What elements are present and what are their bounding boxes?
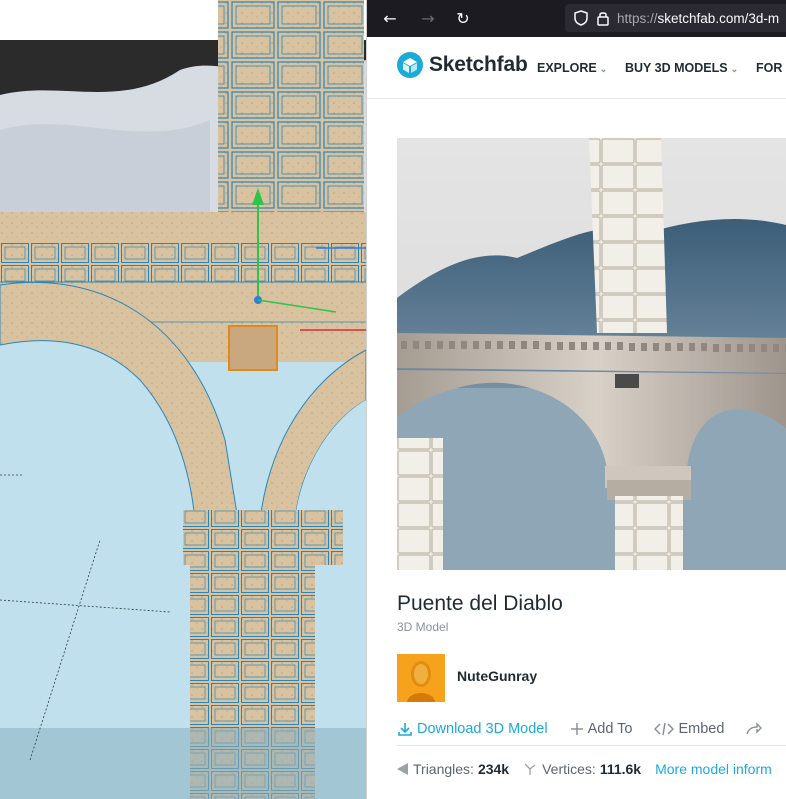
brand-name: Sketchfab xyxy=(429,53,528,76)
chevron-down-icon: ⌄ xyxy=(730,64,739,74)
url-text: https://sketchfab.com/3d-m xyxy=(617,10,780,26)
triangles-stat: Triangles: 234k xyxy=(397,761,509,777)
browser-toolbar: ← → ↻ https://sketchfab.com/3d-m xyxy=(367,0,786,37)
author-name[interactable]: NuteGunray xyxy=(457,668,537,684)
avatar-image xyxy=(397,654,445,702)
model-stats: Triangles: 234k Vertices: 111.6k More mode… xyxy=(397,758,786,780)
model-title: Puente del Diablo xyxy=(397,592,563,615)
lock-icon[interactable] xyxy=(595,10,611,26)
vertices-stat: Vertices: 111.6k xyxy=(523,761,641,777)
sketchfab-logo-icon xyxy=(397,52,423,78)
model-render xyxy=(397,138,786,570)
nav-explore[interactable]: EXPLORE ⌄ xyxy=(537,61,607,75)
browser-window: ← → ↻ https://sketchfab.com/3d-m Sketchf… xyxy=(366,0,786,799)
add-to-button[interactable]: Add To xyxy=(570,721,632,737)
chevron-down-icon: ⌄ xyxy=(599,64,608,74)
model-type-label: 3D Model xyxy=(397,620,449,634)
shield-icon[interactable] xyxy=(573,10,589,26)
code-icon xyxy=(654,722,675,736)
site-header: Sketchfab EXPLORE⌄ BUY 3D MODELS⌄ FOR B xyxy=(367,37,786,99)
share-icon xyxy=(746,722,763,736)
nav-for-business[interactable]: FOR B xyxy=(756,61,786,75)
viewport-scene xyxy=(0,0,366,799)
reload-icon[interactable]: ↻ xyxy=(450,6,476,30)
share-button[interactable] xyxy=(746,722,766,736)
triangle-icon xyxy=(397,763,408,775)
embed-button[interactable]: Embed xyxy=(654,721,724,737)
sketchfab-logo[interactable]: Sketchfab xyxy=(397,52,528,78)
vertices-icon xyxy=(523,762,537,776)
forward-arrow-icon[interactable]: → xyxy=(415,6,441,30)
download-button[interactable]: Download 3D Model xyxy=(397,721,548,737)
address-bar[interactable]: https://sketchfab.com/3d-m xyxy=(565,4,786,32)
editor-viewport[interactable] xyxy=(0,0,366,799)
author-avatar[interactable] xyxy=(397,654,445,702)
model-actions: Download 3D Model Add To Embed xyxy=(397,718,786,740)
download-icon xyxy=(397,721,413,737)
screen: ← → ↻ https://sketchfab.com/3d-m Sketchf… xyxy=(0,0,786,799)
plus-icon xyxy=(570,722,584,736)
model-viewer[interactable] xyxy=(397,138,786,570)
back-arrow-icon[interactable]: ← xyxy=(377,6,403,30)
more-model-info-link[interactable]: More model inform xyxy=(655,761,772,777)
nav-buy-3d-models[interactable]: BUY 3D MODELS ⌄ xyxy=(625,61,738,75)
divider xyxy=(397,745,786,746)
